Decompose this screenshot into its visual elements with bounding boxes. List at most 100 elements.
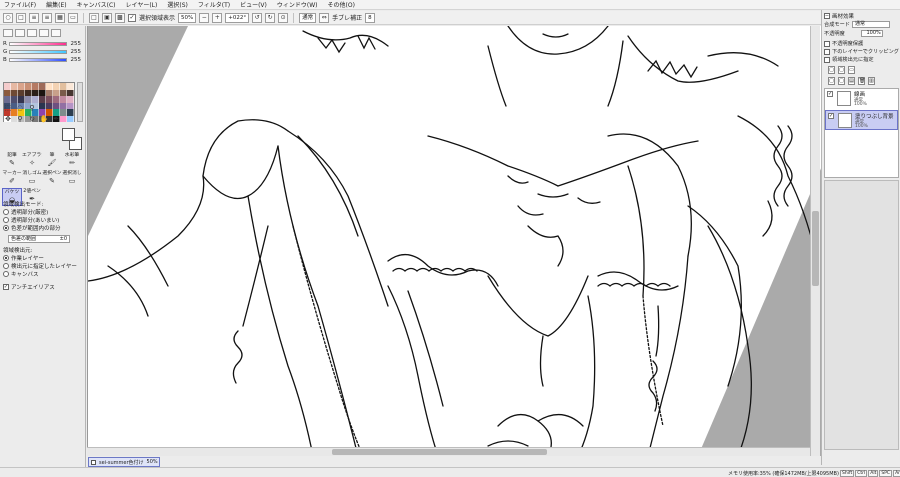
transfer-down-icon[interactable]: ▢ (828, 77, 835, 85)
document-tab[interactable]: sei-summer色付け 50% (88, 457, 160, 467)
blend-mode-select[interactable]: 通常 (851, 21, 890, 28)
brush-tool[interactable] (42, 188, 62, 206)
menu-item[interactable]: ビュー(V) (240, 0, 267, 9)
canvas-horizontal-scrollbar[interactable] (87, 447, 810, 456)
color-circle-icon[interactable]: ○ (3, 12, 13, 23)
hsv-icon[interactable] (39, 29, 49, 37)
rotate-left-icon[interactable]: ↺ (252, 12, 263, 23)
horizontal-scroll-thumb[interactable] (332, 449, 547, 455)
hand-icon[interactable]: ✋ (39, 114, 49, 124)
rotation-combo[interactable]: +022° (225, 12, 250, 23)
layer-item[interactable]: ✓ 塗りつぶし背景 通常 100% (825, 110, 898, 130)
rotate-right-icon[interactable]: ↻ (265, 12, 276, 23)
zoom-combo[interactable]: 50% (178, 12, 197, 23)
swatch-scrollbar[interactable] (77, 82, 83, 122)
layer-option[interactable]: 不透明度保護 (824, 40, 863, 47)
brush-tool[interactable]: マーカー ✐ (2, 170, 22, 188)
brush-tool[interactable] (62, 188, 82, 206)
foreground-color[interactable] (62, 128, 75, 141)
blend-mode-combo[interactable]: 通常 (299, 12, 317, 23)
menu-item[interactable]: キャンバス(C) (77, 0, 116, 9)
menu-item[interactable]: その他(O) (328, 0, 355, 9)
new-linework-layer-icon[interactable]: ▢ (838, 66, 845, 74)
deselect-icon[interactable]: □ (89, 12, 99, 23)
show-selection-checkbox[interactable]: ✓ (128, 13, 136, 22)
menu-item[interactable]: ウィンドウ(W) (277, 0, 318, 9)
menu-item[interactable]: フィルタ(T) (198, 0, 230, 9)
brush-tool[interactable]: 水彩筆 ✏ (62, 152, 82, 170)
visibility-icon[interactable]: ✓ (827, 91, 833, 97)
color-wheel-icon[interactable] (3, 29, 13, 37)
brush-tool[interactable]: 消しゴム ▭ (22, 170, 42, 188)
lasso-icon[interactable]: ◌ (15, 103, 25, 113)
source-radio[interactable] (3, 255, 9, 261)
zoom-icon[interactable]: ⚲ (15, 114, 25, 124)
new-folder-icon[interactable]: ▭ (848, 66, 855, 74)
antialias-option[interactable]: ✓ アンチエイリアス (3, 283, 55, 291)
move-icon[interactable]: ✥ (3, 114, 13, 124)
visibility-icon[interactable]: ✓ (828, 113, 834, 119)
select-all-icon[interactable]: ▩ (115, 12, 125, 23)
opacity-value[interactable]: 100% (860, 30, 883, 37)
color-range-combo[interactable]: 色差の範囲 ±0 (8, 235, 70, 243)
clear-layer-icon[interactable]: ▤ (848, 77, 855, 85)
invert-selection-icon[interactable]: ▣ (102, 12, 112, 23)
canvas-vertical-scrollbar[interactable] (810, 26, 820, 456)
color-box-icon[interactable] (15, 29, 25, 37)
magic-wand-icon[interactable]: ⚲ (27, 103, 37, 113)
source-radio[interactable] (3, 263, 9, 269)
target-mode-option[interactable]: 透明部分(あいまい) (3, 216, 59, 224)
texture-toggle[interactable]: − (824, 13, 830, 19)
layer-option[interactable]: 領域検出元に指定 (824, 56, 874, 63)
brush-tool[interactable]: 鉛筆 ✎ (2, 152, 22, 170)
layer-mask-icon[interactable]: ▥ (868, 77, 875, 85)
source-option[interactable]: キャンバス (3, 270, 39, 278)
stabilizer-combo[interactable]: 8 (365, 12, 375, 23)
g-slider-bar[interactable] (9, 49, 67, 54)
color-swatch[interactable] (67, 115, 74, 122)
brush-tool[interactable]: 選択消し ▭ (62, 170, 82, 188)
rotate-icon[interactable]: ↻ (27, 114, 37, 124)
layer-option[interactable]: 下のレイヤーでクリッピング (824, 48, 899, 55)
vertical-scroll-thumb[interactable] (812, 211, 819, 286)
layer-option-checkbox[interactable] (824, 48, 830, 55)
g-slider[interactable]: G 255 (3, 48, 85, 55)
layer-item[interactable]: ✓ 線画 通常 100% (825, 89, 898, 109)
r-slider-bar[interactable] (9, 41, 67, 46)
b-value[interactable]: 255 (67, 57, 82, 63)
color-square-icon[interactable]: □ (16, 12, 26, 23)
target-mode-radio[interactable] (3, 217, 9, 223)
zoom-in-icon[interactable]: + (212, 12, 223, 23)
layer-option-checkbox[interactable] (824, 40, 830, 47)
hsv-slider-icon[interactable]: ≡ (42, 12, 52, 23)
brush-tool[interactable]: 選択ペン ✎ (42, 170, 62, 188)
antialias-checkbox[interactable]: ✓ (3, 284, 9, 290)
b-slider[interactable]: B 255 (3, 56, 85, 63)
fg-bg-colors[interactable] (62, 128, 84, 150)
merge-down-icon[interactable]: ▢ (838, 77, 845, 85)
b-slider-bar[interactable] (9, 57, 67, 62)
menu-item[interactable]: 編集(E) (46, 0, 66, 9)
canvas[interactable] (87, 26, 821, 456)
swatch-icon[interactable]: ▦ (55, 12, 65, 23)
line-art-drawing[interactable] (88, 26, 821, 456)
eyedropper-icon[interactable]: ✒ (51, 114, 61, 124)
menu-item[interactable]: レイヤー(L) (126, 0, 158, 9)
menu-item[interactable]: 選択(S) (167, 0, 188, 9)
source-option[interactable]: 作業レイヤー (3, 254, 44, 262)
target-mode-option[interactable]: 色差が範囲内の部分 (3, 224, 61, 232)
brush-tool[interactable]: エアブラシ✧ (22, 152, 42, 170)
delete-layer-icon[interactable]: 🗑 (858, 77, 865, 85)
r-value[interactable]: 255 (67, 41, 82, 47)
layer-option-checkbox[interactable] (824, 56, 830, 63)
rgb-icon[interactable] (27, 29, 37, 37)
rect-select-icon[interactable]: ⬚ (3, 103, 13, 113)
color-swatch[interactable] (60, 115, 67, 122)
target-mode-radio[interactable] (3, 225, 9, 231)
flip-icon[interactable]: ⇔ (319, 12, 330, 23)
g-value[interactable]: 255 (67, 49, 82, 55)
r-slider[interactable]: R 255 (3, 40, 85, 47)
zoom-out-icon[interactable]: − (199, 12, 210, 23)
new-layer-icon[interactable]: ▢ (828, 66, 835, 74)
source-radio[interactable] (3, 271, 9, 277)
